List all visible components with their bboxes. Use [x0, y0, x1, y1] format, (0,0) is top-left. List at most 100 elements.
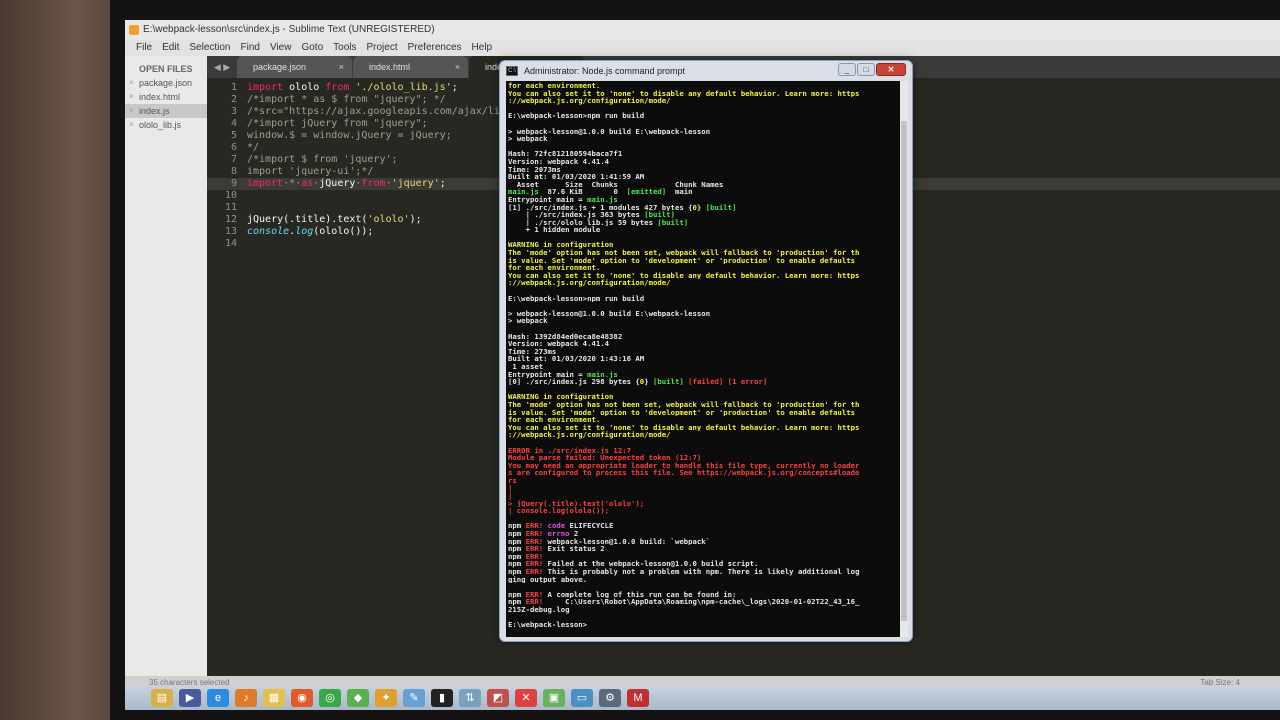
code-token: ·*·: [283, 178, 302, 189]
menu-preferences[interactable]: Preferences: [403, 40, 467, 56]
tool-icon[interactable]: ⚙: [599, 689, 621, 707]
sidebar-file-ololo-lib-js[interactable]: × ololo_lib.js: [125, 118, 207, 132]
sublime-title: E:\webpack-lesson\src\index.js - Sublime…: [143, 24, 435, 35]
cmd-icon: C:\: [506, 66, 518, 76]
chrome-icon[interactable]: ◎: [319, 689, 341, 707]
terminal-line: npm ERR! code ELIFECYCLE: [508, 522, 900, 530]
close-file-icon[interactable]: ×: [129, 92, 134, 101]
line-number: 2: [230, 94, 237, 105]
console-titlebar[interactable]: C:\ Administrator: Node.js command promp…: [500, 61, 912, 81]
media-player-icon[interactable]: ▶: [179, 689, 201, 707]
code-content: /*import * as $ from "jquery"; */: [247, 94, 446, 106]
terminal-text: |: [508, 484, 513, 493]
terminal-text: > jQuery(.title).text('ololo');: [508, 499, 645, 508]
terminal-text: Time: 2073ms: [508, 165, 561, 174]
menu-project[interactable]: Project: [362, 40, 403, 56]
code-content: console.log(ololo());: [247, 226, 373, 238]
app-icon[interactable]: ◩: [487, 689, 509, 707]
sidebar-file-index-html[interactable]: × index.html: [125, 90, 207, 104]
minimize-button[interactable]: _: [838, 63, 856, 76]
notepad-icon[interactable]: ✎: [403, 689, 425, 707]
close-file-icon[interactable]: ×: [129, 120, 134, 129]
terminal-text: Failed at the webpack-lesson@1.0.0 build…: [543, 560, 759, 568]
terminal-text: 2: [569, 530, 579, 538]
terminal-text: Entrypoint main =: [508, 195, 588, 204]
menu-tools[interactable]: Tools: [328, 40, 361, 56]
code-token: jQuery: [319, 178, 356, 189]
firefox-icon[interactable]: ◉: [291, 689, 313, 707]
music-icon[interactable]: ♪: [235, 689, 257, 707]
sidebar-file-label: index.html: [139, 92, 181, 102]
scrollbar-thumb[interactable]: [901, 121, 907, 621]
tab-nav-arrows-icon[interactable]: ◀ ▶: [207, 56, 237, 78]
menu-view[interactable]: View: [265, 40, 297, 56]
network-icon[interactable]: ⇅: [459, 689, 481, 707]
sidebar-file-label: index.js: [139, 106, 170, 116]
close-button[interactable]: ✕: [876, 63, 906, 76]
terminal-text: main.js: [587, 370, 618, 379]
terminal-text: |: [508, 492, 513, 500]
close-file-icon[interactable]: ×: [129, 106, 134, 115]
terminal-text: A complete log of this run can be found …: [543, 590, 737, 599]
terminal-text: [built]: [705, 203, 737, 212]
terminal-text: ERR!: [525, 598, 544, 606]
menu-file[interactable]: File: [131, 40, 157, 56]
image-icon[interactable]: ▣: [543, 689, 565, 707]
code-token: ololo: [289, 82, 326, 93]
terminal-text: main.js: [508, 188, 539, 196]
terminal-line: npm ERR! Exit status 2: [508, 545, 900, 553]
mail-icon[interactable]: M: [627, 689, 649, 707]
explorer-icon[interactable]: ▦: [263, 689, 285, 707]
terminal-line: You can also set it to 'none' to disable…: [508, 424, 900, 432]
monitor-icon[interactable]: ▭: [571, 689, 593, 707]
open-files-header: OPEN FILES: [139, 64, 193, 74]
android-icon[interactable]: ◆: [347, 689, 369, 707]
close-file-icon[interactable]: ×: [129, 78, 134, 87]
sublime-app-icon: [129, 25, 139, 35]
terminal-text: Entrypoint main =: [508, 370, 588, 379]
internet-explorer-icon[interactable]: e: [207, 689, 229, 707]
terminal-line: The 'mode' option has not been set, webp…: [508, 249, 900, 257]
terminal-text: ://webpack.js.org/configuration/mode/: [508, 97, 671, 105]
terminal-text: npm: [508, 537, 526, 546]
terminal-scrollbar[interactable]: [900, 81, 908, 637]
terminal-text: This is probably not a problem with npm.…: [543, 568, 860, 576]
terminal-text: | ./src/index.js 363 bytes: [508, 211, 645, 219]
terminal-text: Exit status 2: [543, 545, 605, 553]
sidebar-file-package-json[interactable]: × package.json: [125, 76, 207, 90]
menu-edit[interactable]: Edit: [157, 40, 184, 56]
terminal-text: | ./src/ololo_lib.js 59 bytes: [508, 218, 658, 227]
menu-find[interactable]: Find: [236, 40, 265, 56]
terminal-text: You can also set it to 'none' to disable…: [508, 423, 860, 432]
tab-index-html[interactable]: index.html ×: [353, 56, 468, 78]
sidebar-file-label: ololo_lib.js: [139, 120, 182, 130]
tab-package-json[interactable]: package.json ×: [237, 56, 352, 78]
cmd-icon[interactable]: ▮: [431, 689, 453, 707]
tab-close-icon[interactable]: ×: [455, 56, 460, 78]
terminal-line: WARNING in configuration: [508, 241, 900, 249]
sidebar: OPEN FILES × package.json × index.html × inde…: [125, 56, 207, 690]
code-content: jQuery(.title).text('ololo');: [247, 214, 422, 226]
code-token: ;: [439, 178, 446, 189]
sublime-titlebar[interactable]: E:\webpack-lesson\src\index.js - Sublime…: [125, 20, 1280, 40]
code-content: import ololo from './ololo_lib.js';: [247, 82, 458, 94]
terminal-line: > webpack-lesson@1.0.0 build E:\webpack-…: [508, 310, 900, 318]
close-icon[interactable]: ✕: [515, 689, 537, 707]
tab-close-icon[interactable]: ×: [339, 56, 344, 78]
menu-help[interactable]: Help: [467, 40, 498, 56]
maximize-button[interactable]: □: [857, 63, 875, 76]
menu-goto[interactable]: Goto: [296, 40, 328, 56]
sidebar-file-index-js[interactable]: × index.js: [125, 104, 207, 118]
terminal-line: You may need an appropriate loader to ha…: [508, 462, 900, 470]
terminal-output[interactable]: for each environment. You can also set it…: [506, 81, 902, 637]
folder-icon[interactable]: ▤: [151, 689, 173, 707]
code-token: './ololo_lib.js': [355, 82, 452, 93]
terminal-text: for each environment.: [508, 416, 601, 424]
terminal-text: }: [644, 378, 653, 386]
terminal-text: [0] ./src/index.js 298 bytes {: [508, 378, 640, 386]
bulb-icon[interactable]: ✦: [375, 689, 397, 707]
terminal-line: Entrypoint main = main.js: [508, 371, 900, 379]
menu-selection[interactable]: Selection: [184, 40, 235, 56]
